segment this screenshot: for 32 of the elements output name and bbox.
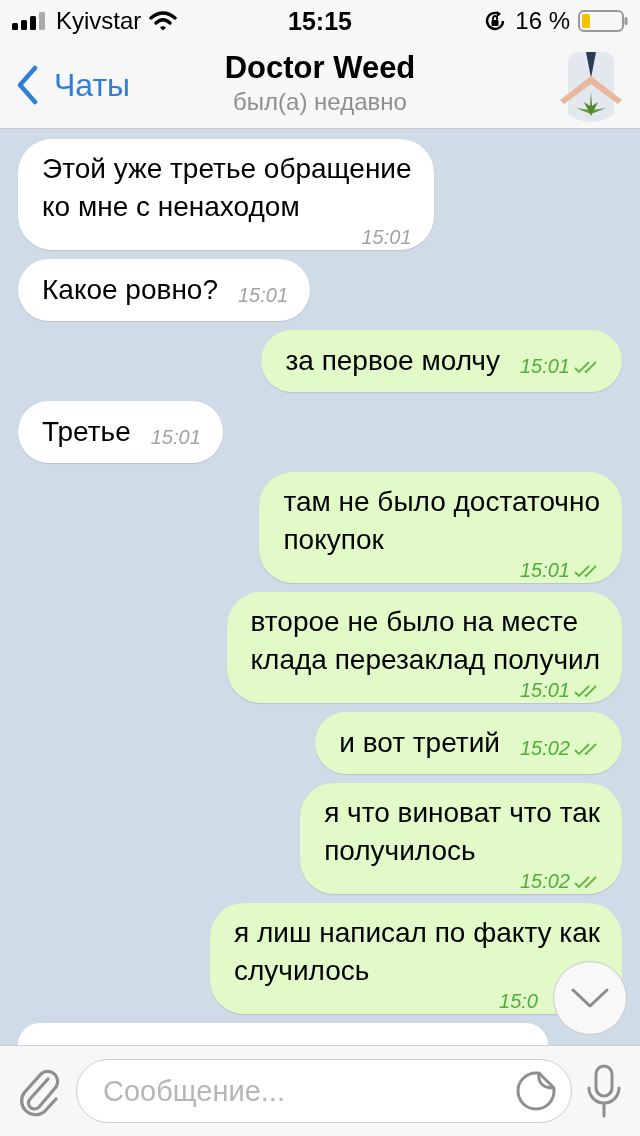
signal-icon	[12, 12, 48, 30]
chevron-down-icon	[570, 987, 610, 1009]
message-text: я что виноват что так получилось	[324, 796, 600, 868]
message-time: 15:01	[519, 355, 570, 378]
message-time: 15:02	[519, 737, 570, 760]
message-field[interactable]: Сообщение...	[76, 1059, 572, 1123]
message-text: Какое ровно?	[42, 274, 218, 305]
battery-percent: 16 %	[515, 7, 570, 35]
microphone-icon[interactable]	[586, 1064, 622, 1118]
message-text: Этой уже третье обращение ко мне с ненаходом	[42, 152, 412, 224]
message-time: 15:01	[361, 226, 412, 249]
message-time: 15:01	[519, 559, 570, 582]
message-time: 15:01	[150, 426, 201, 449]
last-seen-status: был(а) недавно	[233, 88, 407, 116]
message-text: за первое молчу	[285, 345, 500, 376]
message-text: и вот третий	[339, 727, 500, 758]
carrier-name: Kyivstar	[56, 7, 142, 35]
message-time: 15:01	[238, 284, 289, 307]
message-text: второе не было на месте клада перезаклад получил	[250, 605, 600, 677]
message-text: там не было достаточно покупок	[283, 485, 600, 557]
sticker-icon[interactable]	[515, 1070, 557, 1112]
message-time: 15:02	[519, 870, 570, 893]
back-chevron-icon	[16, 65, 38, 105]
message-text: я лиш написал по факту как случилось	[234, 916, 600, 988]
wifi-icon	[149, 11, 178, 31]
message-time: 15:01	[519, 679, 570, 702]
message-text: Третье	[42, 416, 131, 447]
clock: 15:15	[288, 6, 352, 36]
battery-icon	[578, 10, 628, 32]
chat-title: Doctor Weed	[224, 50, 416, 86]
back-link[interactable]: Чаты	[16, 65, 131, 105]
message-time: 15:0	[499, 990, 538, 1013]
